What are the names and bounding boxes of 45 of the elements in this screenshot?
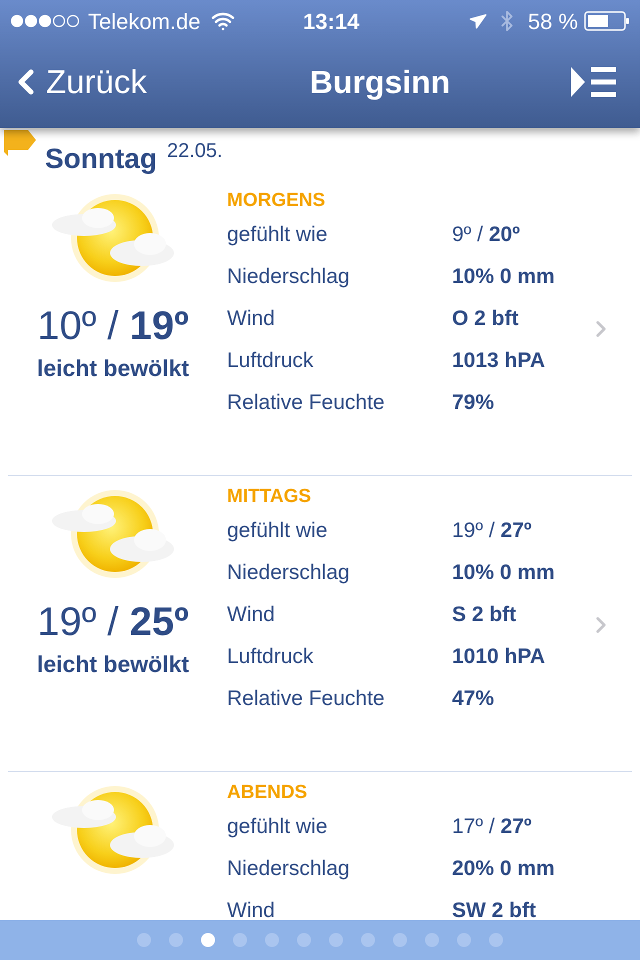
temperature-range: 10º / 19º [37,303,189,350]
detail-value: 10% 0 mm [452,264,555,290]
period-title: ABENDS [227,781,308,805]
detail-label: Relative Feuchte [227,390,386,416]
detail-label: Wind [227,898,276,920]
detail-value: 17º / 27º [452,814,532,840]
back-button[interactable]: Zurück [12,57,212,107]
signal-dots-icon [10,14,80,28]
detail-value: 47% [452,686,494,712]
detail-value: SW 2 bft [452,898,536,920]
weather-condition: leicht bewölkt [36,650,190,678]
temperature-range: 19º / 25º [37,599,189,646]
detail-label: Luftdruck [227,644,314,670]
detail-label: Wind [227,306,276,332]
status-time: 13:14 [303,8,360,36]
detail-label: Niederschlag [227,264,351,290]
detail-label: gefühlt wie [227,222,328,248]
detail-value: 1010 hPA [452,644,545,670]
day-date: 22.05. [167,139,223,164]
bookmark-tag-icon [4,130,36,158]
detail-value: S 2 bft [452,602,516,628]
menu-button[interactable] [570,64,618,100]
period-title: MITTAGS [227,485,312,509]
detail-value: 1013 hPA [452,348,545,374]
detail-label: Niederschlag [227,856,351,882]
detail-value: 10% 0 mm [452,560,555,586]
detail-value: 19º / 27º [452,518,532,544]
detail-label: Luftdruck [227,348,314,374]
battery-icon [584,10,630,32]
detail-label: gefühlt wie [227,518,328,544]
detail-value: 79% [452,390,494,416]
menu-icon [571,65,617,99]
detail-value: 9º / 20º [452,222,520,248]
period-title: MORGENS [227,189,326,213]
detail-value: O 2 bft [452,306,518,332]
detail-label: Wind [227,602,276,628]
detail-label: gefühlt wie [227,814,328,840]
battery-percent: 58 % [528,8,578,36]
day-name: Sonntag [45,142,157,176]
detail-label: Relative Feuchte [227,686,386,712]
detail-label: Niederschlag [227,560,351,586]
page-title: Burgsinn [310,63,450,102]
carrier-name: Telekom.de [88,8,201,36]
detail-value: 20% 0 mm [452,856,555,882]
weather-condition: leicht bewölkt [36,354,190,382]
